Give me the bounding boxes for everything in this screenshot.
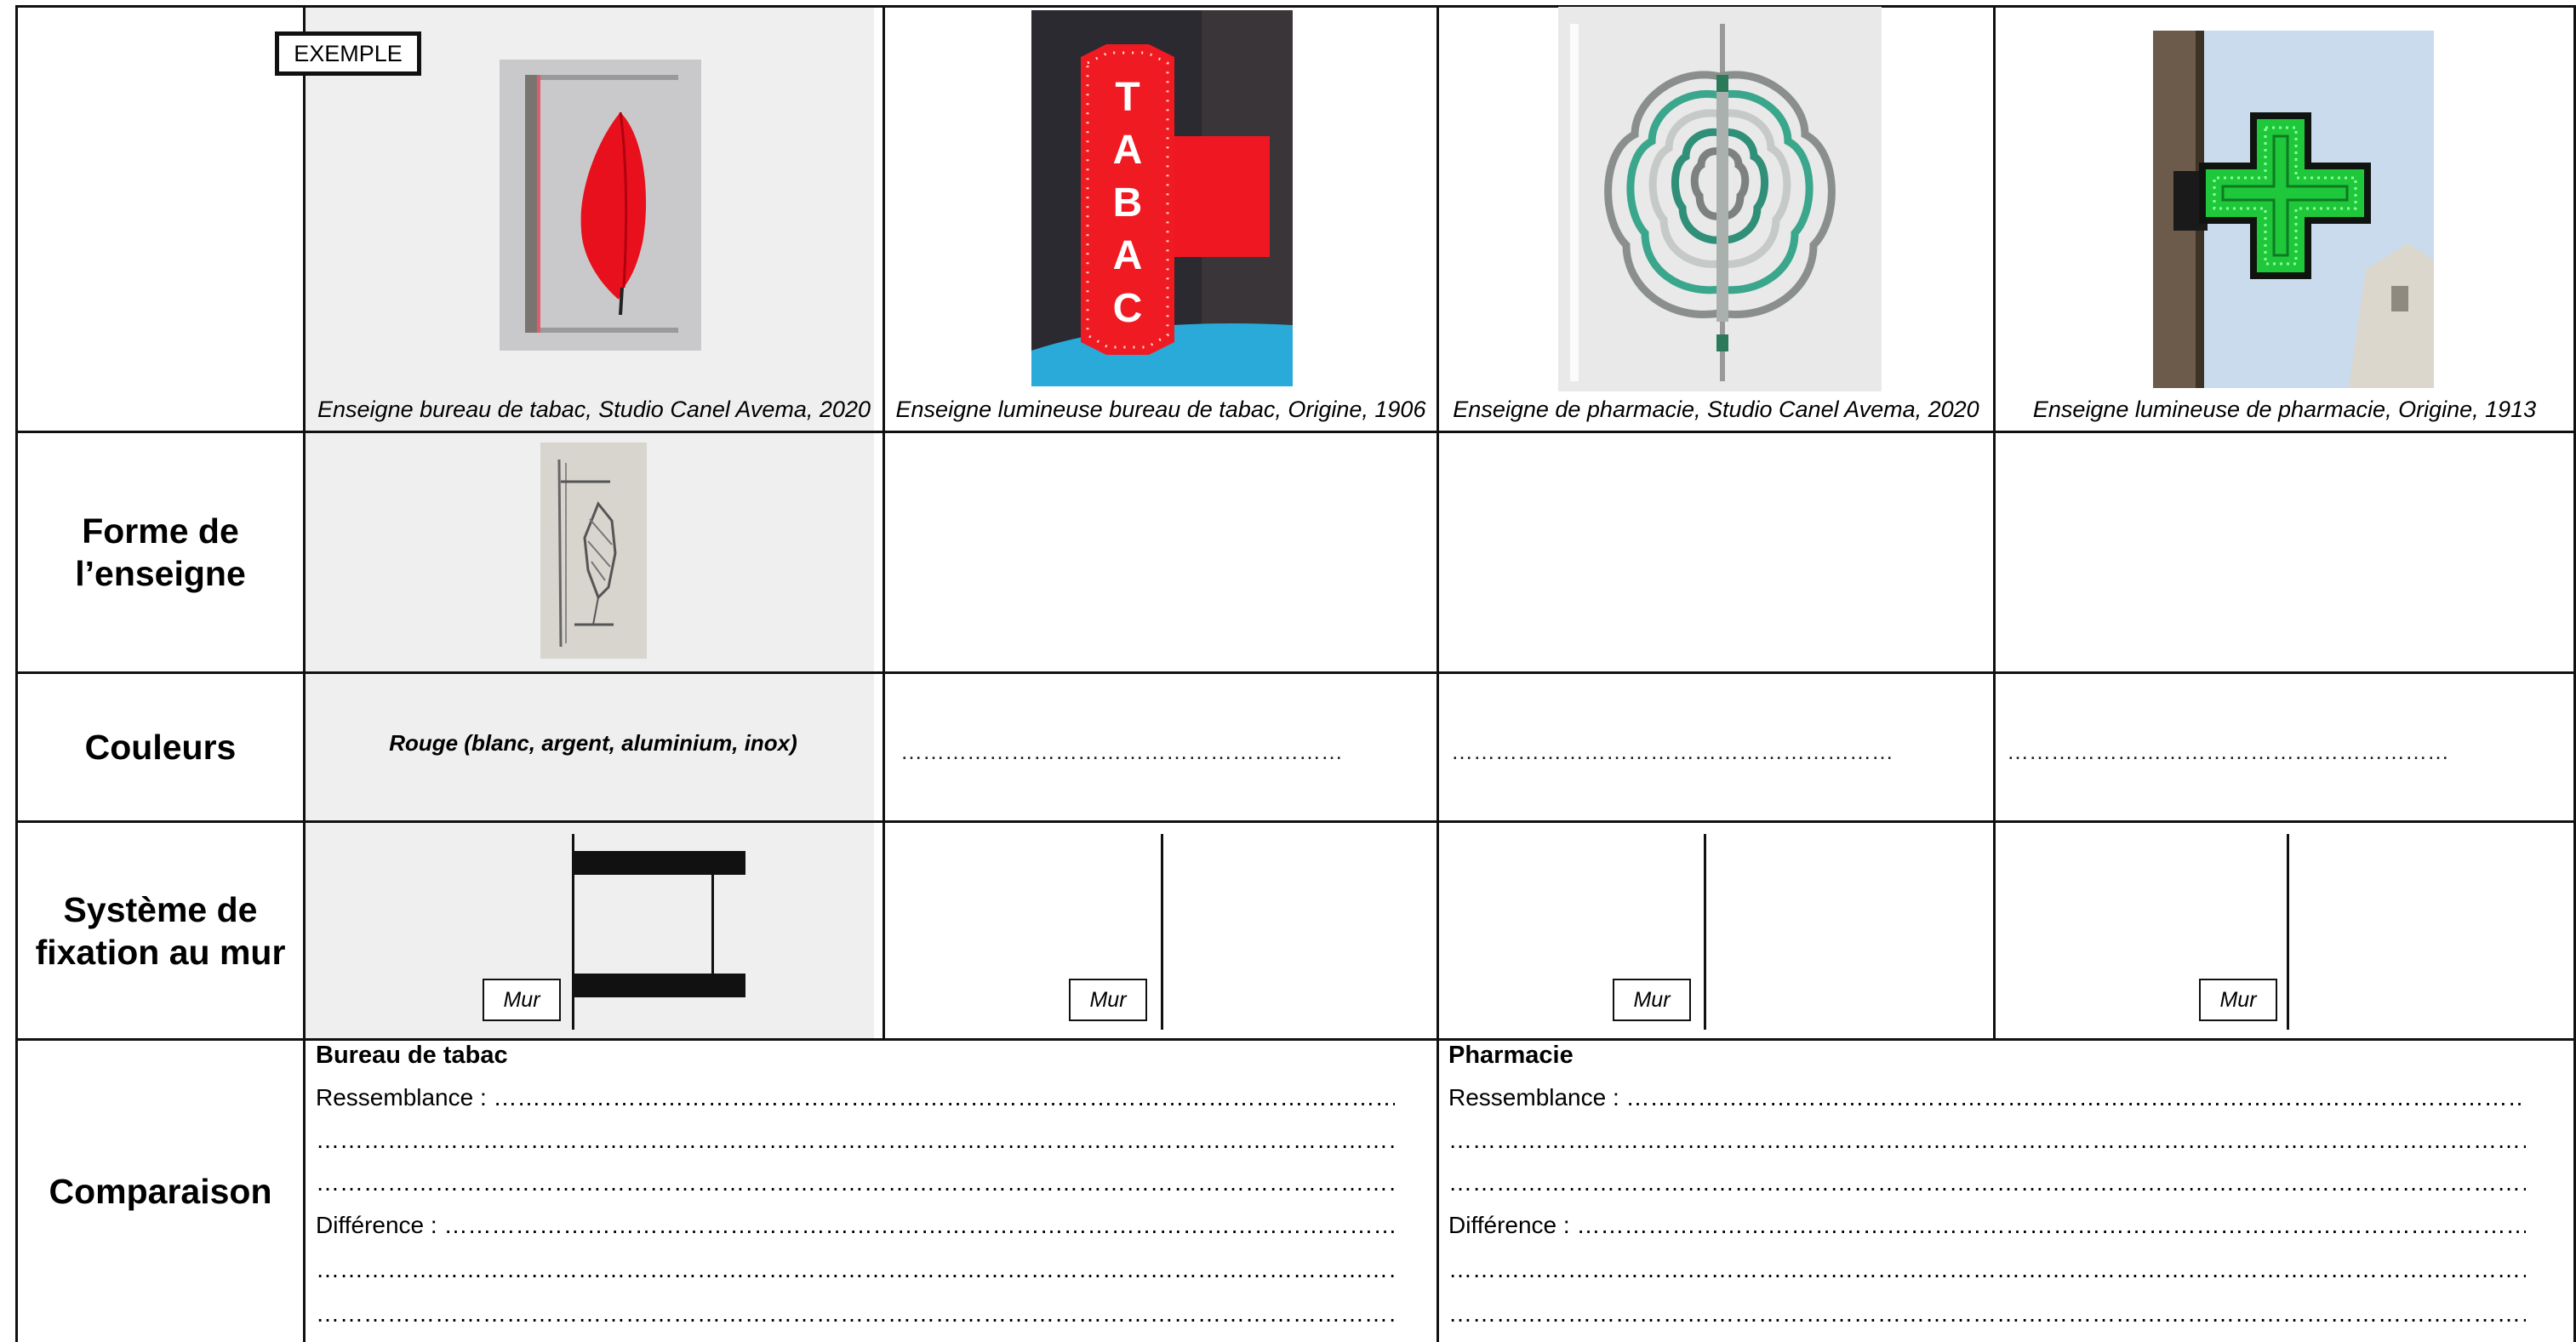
mur-label-box: Mur <box>1613 979 1691 1021</box>
comparison-pharmacie-blank-line: …………………………………………………………………………………………………………… <box>1448 1169 2526 1196</box>
mur-label-box: Mur <box>1069 979 1147 1021</box>
grid-line <box>15 671 2576 674</box>
sketch-sign-shape <box>540 443 647 659</box>
caption-1: Enseigne bureau de tabac, Studio Canel A… <box>317 397 871 422</box>
grid-line <box>15 820 2576 823</box>
comparison-pharmacie-blank-line: …………………………………………………………………………………………………………… <box>1448 1127 2526 1153</box>
caption-2: Enseigne lumineuse bureau de tabac, Orig… <box>895 397 1426 422</box>
row-header-comparaison: Comparaison <box>49 1172 272 1211</box>
comparison-pharmacie-blank-line: …………………………………………………………………………………………………………… <box>1448 1300 2526 1327</box>
wall-line <box>1704 834 1706 1030</box>
comparison-pharmacie-difference: Différence : ………………………………………………………………………… <box>1448 1212 2526 1238</box>
tabac-letter: B <box>1113 180 1143 226</box>
caption-4: Enseigne lumineuse de pharmacie, Origine… <box>2032 397 2537 422</box>
comparison-tabac-ressemblance: Ressemblance : …………………………………………………………………… <box>316 1084 1395 1111</box>
grid-line <box>882 5 885 1041</box>
wall-line <box>2287 834 2289 1030</box>
photo-red-tabac-sign <box>500 60 701 351</box>
couleurs-dotted-line: …………………………………………………… <box>900 739 1343 764</box>
comparison-tabac-blank-line: …………………………………………………………………………………………………………… <box>316 1300 1395 1327</box>
tabac-letter: T <box>1115 75 1139 120</box>
grid-line <box>303 5 306 1342</box>
comparison-tabac-blank-line: …………………………………………………………………………………………………………… <box>316 1256 1395 1282</box>
comparison-tabac-difference: Différence : ………………………………………………………………………… <box>316 1212 1395 1238</box>
comparison-tabac-blank-line: …………………………………………………………………………………………………………… <box>316 1169 1395 1196</box>
fixation-bracket-bottom <box>574 974 745 997</box>
mur-label-box: Mur <box>483 979 561 1021</box>
comparison-pharmacie-ressemblance: Ressemblance : …………………………………………………………………… <box>1448 1084 2526 1111</box>
mur-label-box: Mur <box>2199 979 2277 1021</box>
row-header-couleurs: Couleurs <box>84 728 237 767</box>
tabac-letter: C <box>1113 286 1143 331</box>
photo-tabac-carrot-sign: T A B A C <box>1031 10 1293 386</box>
fixation-rod <box>711 875 714 974</box>
couleurs-dotted-line: …………………………………………………… <box>2007 739 2449 764</box>
tabac-letter: A <box>1113 233 1143 278</box>
grid-line <box>15 5 2576 8</box>
tabac-letter: A <box>1113 128 1143 173</box>
grid-line <box>1437 5 1439 1342</box>
row-header-forme: Forme de l’enseigne <box>75 511 246 593</box>
couleurs-dotted-line: …………………………………………………… <box>1451 739 1893 764</box>
comparison-tabac-title: Bureau de tabac <box>316 1042 508 1069</box>
couleurs-example-text: Rouge (blanc, argent, aluminium, inox) <box>389 730 797 756</box>
comparison-pharmacie-blank-line: …………………………………………………………………………………………………………… <box>1448 1256 2526 1282</box>
caption-3: Enseigne de pharmacie, Studio Canel Avem… <box>1453 397 1979 422</box>
grid-line <box>1993 5 1996 1041</box>
grid-line <box>15 1038 2576 1041</box>
wall-line <box>1161 834 1163 1030</box>
fixation-bracket-top <box>574 851 745 875</box>
row-header-fixation: Système de fixation au mur <box>35 889 286 972</box>
comparison-pharmacie-title: Pharmacie <box>1448 1042 1574 1069</box>
photo-green-pharmacy-cross <box>2153 31 2434 388</box>
comparison-tabac-blank-line: …………………………………………………………………………………………………………… <box>316 1127 1395 1153</box>
exemple-tag: EXEMPLE <box>275 31 421 76</box>
photo-chrome-pharmacy-sign <box>1558 7 1882 391</box>
grid-line <box>15 431 2576 433</box>
